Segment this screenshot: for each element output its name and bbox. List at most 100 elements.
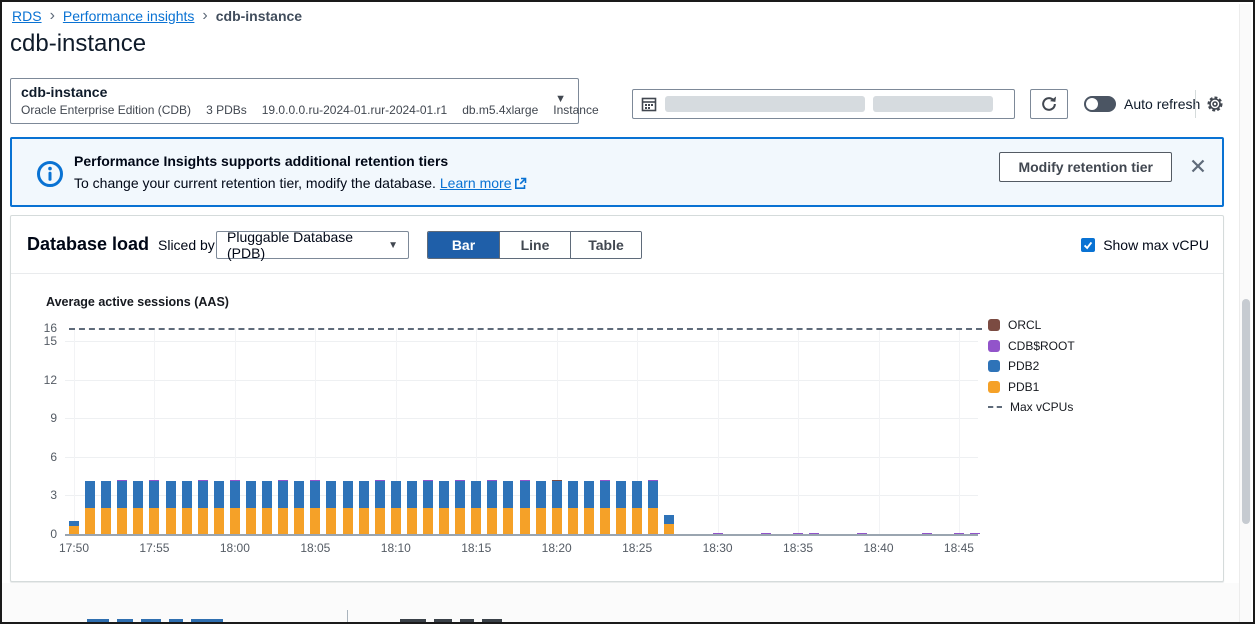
breadcrumb-item[interactable]: RDS	[12, 8, 42, 24]
bar-segment-pdb2	[423, 481, 433, 508]
max-vcpus-line	[69, 328, 982, 330]
bar-segment-cdb-root	[970, 533, 980, 535]
y-tick-label: 0	[25, 527, 57, 541]
bar-segment-pdb1	[439, 508, 449, 534]
bar-segment-cdb-root	[117, 480, 127, 482]
gridline	[879, 328, 880, 534]
banner-body: To change your current retention tier, m…	[74, 175, 527, 191]
bar-segment-cdb-root	[922, 533, 932, 535]
bar-segment-pdb2	[230, 481, 240, 508]
time-range-picker[interactable]	[632, 89, 1015, 119]
banner-body-text: To change your current retention tier, m…	[74, 175, 436, 191]
bar-segment-pdb1	[407, 508, 417, 534]
instance-attribute: 19.0.0.0.ru-2024-01.rur-2024-01.r1	[262, 103, 447, 117]
instance-name: cdb-instance	[21, 84, 548, 100]
scrollbar-thumb[interactable]	[1242, 299, 1250, 524]
tab-table[interactable]: Table	[570, 232, 641, 258]
learn-more-link[interactable]: Learn more	[440, 175, 528, 191]
bar-segment-pdb2	[487, 481, 497, 508]
bar-segment-pdb1	[359, 508, 369, 534]
legend-item: ORCL	[988, 318, 1075, 332]
instance-selector-dropdown[interactable]: cdb-instance Oracle Enterprise Edition (…	[10, 78, 579, 124]
x-tick-label: 17:55	[139, 541, 169, 555]
bar-segment-pdb2	[439, 481, 449, 508]
tab-line[interactable]: Line	[499, 232, 570, 258]
legend-item: PDB2	[988, 359, 1075, 373]
bar-segment-pdb1	[230, 508, 240, 534]
tab-bar[interactable]: Bar	[428, 232, 499, 258]
x-tick-label: 18:10	[381, 541, 411, 555]
gridline	[959, 328, 960, 534]
refresh-icon	[1040, 95, 1058, 113]
bar-segment-pdb1	[455, 508, 465, 534]
bar-segment-pdb1	[423, 508, 433, 534]
page-scrollbar[interactable]	[1239, 4, 1251, 622]
x-tick-label: 18:40	[863, 541, 893, 555]
bar-segment-pdb1	[503, 508, 513, 534]
x-tick-label: 18:05	[300, 541, 330, 555]
cutoff-tab-right[interactable]	[400, 619, 505, 624]
bar-segment-cdb-root	[423, 480, 433, 482]
legend-item: Max vCPUs	[988, 400, 1075, 414]
bar-segment-pdb1	[69, 526, 79, 534]
auto-refresh-toggle[interactable]	[1084, 96, 1116, 112]
bar-segment-cdb-root	[230, 480, 240, 482]
legend-swatch	[988, 381, 1000, 393]
bar-segment-pdb1	[343, 508, 353, 534]
bar-segment-cdb-root	[761, 533, 771, 535]
breadcrumb-separator: ›	[202, 7, 207, 25]
y-tick-label: 15	[25, 334, 57, 348]
bar-segment-pdb2	[471, 481, 481, 508]
x-tick-label: 18:30	[703, 541, 733, 555]
bar-segment-pdb1	[632, 508, 642, 534]
checkbox-checked-icon	[1081, 238, 1095, 252]
calendar-icon	[641, 96, 657, 112]
bar-segment-pdb2	[391, 481, 401, 508]
bar-segment-pdb1	[616, 508, 626, 534]
cutoff-tab-left[interactable]	[87, 619, 227, 624]
modify-retention-tier-button[interactable]: Modify retention tier	[999, 152, 1172, 182]
bar-segment-pdb2	[149, 481, 159, 508]
x-tick-label: 18:45	[944, 541, 974, 555]
bar-segment-pdb1	[133, 508, 143, 534]
slice-dimension-select[interactable]: Pluggable Database (PDB) ▼	[216, 231, 409, 259]
show-max-vcpu-checkbox[interactable]: Show max vCPU	[1081, 237, 1209, 253]
x-tick-label: 18:25	[622, 541, 652, 555]
bar-segment-pdb2	[552, 481, 562, 508]
toolbar-divider	[1195, 90, 1196, 118]
database-load-title: Database load	[27, 234, 149, 255]
bar-segment-pdb2	[664, 515, 674, 524]
breadcrumb: RDS›Performance insights›cdb-instance	[12, 7, 302, 25]
sliced-by-label: Sliced by	[158, 237, 215, 253]
performance-insights-page: RDS›Performance insights›cdb-instance cd…	[0, 0, 1255, 624]
bar-segment-pdb1	[310, 508, 320, 534]
bar-segment-pdb1	[664, 524, 674, 534]
breadcrumb-item[interactable]: Performance insights	[63, 8, 195, 24]
bar-segment-pdb2	[584, 481, 594, 508]
bar-segment-pdb1	[294, 508, 304, 534]
bar-segment-cdb-root	[198, 480, 208, 482]
legend-item: CDB$ROOT	[988, 339, 1075, 353]
bar-segment-pdb1	[552, 508, 562, 534]
legend-label: PDB2	[1008, 359, 1039, 373]
chevron-down-icon: ▼	[555, 93, 566, 105]
bar-segment-pdb1	[117, 508, 127, 534]
bar-segment-pdb1	[568, 508, 578, 534]
gear-icon[interactable]	[1205, 94, 1225, 114]
gridline	[718, 328, 719, 534]
instance-attribute: Oracle Enterprise Edition (CDB)	[21, 103, 191, 117]
external-link-icon	[514, 177, 527, 190]
close-icon[interactable]	[1190, 158, 1206, 174]
auto-refresh-label: Auto refresh	[1124, 96, 1200, 112]
refresh-button[interactable]	[1030, 89, 1068, 119]
bar-segment-pdb1	[85, 508, 95, 534]
bar-segment-pdb2	[117, 481, 127, 508]
gridline	[65, 380, 978, 381]
bar-segment-pdb2	[375, 481, 385, 508]
bar-segment-pdb2	[520, 481, 530, 508]
bar-segment-pdb1	[391, 508, 401, 534]
instance-attribute: 3 PDBs	[206, 103, 247, 117]
bar-segment-cdb-root	[857, 533, 867, 535]
bar-segment-pdb1	[278, 508, 288, 534]
bar-segment-pdb2	[648, 481, 658, 508]
